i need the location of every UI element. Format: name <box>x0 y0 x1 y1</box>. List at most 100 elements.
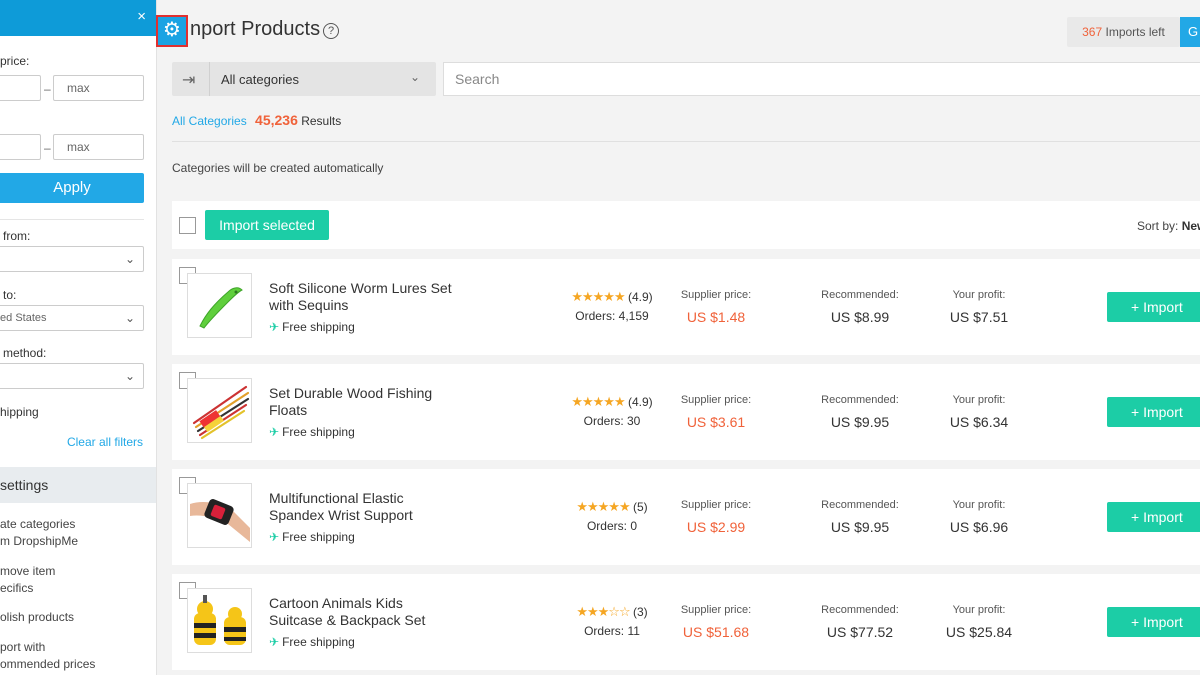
min-price-input[interactable] <box>0 75 41 101</box>
help-icon[interactable]: ? <box>323 23 339 39</box>
profit-value: US $6.96 <box>949 519 1009 535</box>
free-shipping: ✈ Free shipping <box>269 530 355 544</box>
recommended-price: US $9.95 <box>830 414 890 430</box>
setting-recommended-prices[interactable]: port with ommended prices <box>0 639 95 673</box>
import-button[interactable]: + Import <box>1107 607 1200 637</box>
product-card: Cartoon Animals Kids Suitcase & Backpack… <box>172 574 1200 670</box>
product-thumbnail[interactable] <box>187 378 252 443</box>
shipping-method-select[interactable]: ⌄ <box>0 363 144 389</box>
profit-label: Your profit: <box>952 289 1006 301</box>
supplier-price: US $2.99 <box>686 519 746 535</box>
plane-icon: ✈ <box>269 320 280 334</box>
results-count: 45,236 <box>255 112 298 128</box>
sort-by-value: New <box>1181 219 1200 233</box>
orders-label: Orders: <box>575 309 616 323</box>
title-line: Multifunctional Elastic <box>269 490 404 506</box>
clear-filters-link[interactable]: Clear all filters <box>67 435 143 449</box>
supplier-price: US $1.48 <box>686 309 746 325</box>
rating-value: (4.9) <box>627 395 653 409</box>
product-title[interactable]: Cartoon Animals Kids Suitcase & Backpack… <box>269 595 469 629</box>
setting-line: ecifics <box>0 581 34 595</box>
separator <box>209 62 210 96</box>
setting-publish-products[interactable]: olish products <box>0 609 74 626</box>
free-shipping: ✈ Free shipping <box>269 635 355 649</box>
imports-left-count: 367 <box>1082 25 1103 39</box>
imports-left-badge: 367 Imports left <box>1067 17 1180 47</box>
recommended-price: US $77.52 <box>826 624 894 640</box>
profit-label: Your profit: <box>952 394 1006 406</box>
title-line: Suitcase & Backpack Set <box>269 612 426 628</box>
plane-icon: ✈ <box>269 425 280 439</box>
chevron-down-icon: ⌄ <box>124 252 135 266</box>
product-title[interactable]: Soft Silicone Worm Lures Set with Sequin… <box>269 280 469 314</box>
import-button[interactable]: + Import <box>1107 502 1200 532</box>
all-categories-link[interactable]: All Categories <box>172 114 247 128</box>
free-shipping: ✈ Free shipping <box>269 425 355 439</box>
divider <box>172 141 1200 142</box>
setting-remove-specifics[interactable]: move item ecifics <box>0 563 55 597</box>
plane-icon: ✈ <box>269 635 280 649</box>
wrist-support-image <box>190 499 250 542</box>
import-toolbar: Import selected Sort by: New <box>172 201 1200 249</box>
recommended-label: Recommended: <box>821 289 899 301</box>
free-shipping-label: Free shipping <box>282 530 355 544</box>
setting-line: ommended prices <box>0 657 96 671</box>
chevron-down-icon: ⌄ <box>409 70 420 84</box>
category-select[interactable]: ⇥ All categories ⌄ <box>172 62 436 96</box>
filters-sidebar: × price: – max – max Apply from: ⌄ to: t… <box>0 0 157 675</box>
orders-count: 0 <box>630 519 638 533</box>
ship-from-select[interactable]: ⌄ <box>0 246 144 272</box>
min-value-input[interactable] <box>0 134 41 160</box>
max-price-input[interactable]: max <box>53 75 144 101</box>
profit-label: Your profit: <box>952 604 1006 616</box>
sort-by[interactable]: Sort by: New <box>1137 219 1200 233</box>
product-thumbnail[interactable] <box>187 483 252 548</box>
sidebar-header: × <box>0 0 156 36</box>
range-dash: – <box>44 82 51 96</box>
supplier-label: Supplier price: <box>680 394 752 406</box>
divider <box>0 219 144 220</box>
close-icon[interactable]: × <box>137 8 146 25</box>
recommended-label: Recommended: <box>821 499 899 511</box>
setting-line: ate categories <box>0 517 76 531</box>
recommended-label: Recommended: <box>821 394 899 406</box>
setting-create-categories[interactable]: ate categories m DropshipMe <box>0 516 78 550</box>
import-button[interactable]: + Import <box>1107 397 1200 427</box>
ship-to-value: ted States <box>0 312 47 324</box>
stars-icon: ★★★★★ <box>576 499 630 514</box>
stars-icon: ★★★★★ <box>571 289 625 304</box>
select-all-checkbox[interactable] <box>179 217 196 234</box>
apply-button[interactable]: Apply <box>0 173 144 203</box>
setting-line: m DropshipMe <box>0 534 79 548</box>
title-line: Set Durable Wood Fishing <box>269 385 433 401</box>
product-title[interactable]: Multifunctional Elastic Spandex Wrist Su… <box>269 490 469 524</box>
supplier-label: Supplier price: <box>680 289 752 301</box>
bee-suitcase-image <box>194 595 246 645</box>
free-shipping-filter[interactable]: hipping <box>0 405 39 419</box>
orders-label: Orders: <box>586 519 627 533</box>
worm-lure-image <box>199 287 243 329</box>
go-button[interactable]: G <box>1180 17 1200 47</box>
stars-icon: ★★★☆☆ <box>576 604 630 619</box>
product-title[interactable]: Set Durable Wood Fishing Floats <box>269 385 469 419</box>
results-label: Results <box>301 114 342 128</box>
gear-icon[interactable]: ⚙ <box>156 15 188 47</box>
title-line: with Sequins <box>269 297 349 313</box>
import-button[interactable]: + Import <box>1107 292 1200 322</box>
free-shipping-label: Free shipping <box>282 320 355 334</box>
max-value-input[interactable]: max <box>53 134 144 160</box>
sort-by-label: Sort by: <box>1137 219 1179 233</box>
title-line: Cartoon Animals Kids <box>269 595 403 611</box>
rating-value: (3) <box>632 605 648 619</box>
recommended-price: US $9.95 <box>830 519 890 535</box>
shipping-method-label: method: <box>3 346 47 360</box>
imports-left-text: Imports left <box>1105 25 1165 39</box>
orders-count: 30 <box>627 414 641 428</box>
import-selected-button[interactable]: Import selected <box>205 210 329 240</box>
ship-to-label: to: <box>3 288 17 302</box>
search-input[interactable]: Search <box>443 62 1200 96</box>
product-thumbnail[interactable] <box>187 588 252 653</box>
ship-to-select[interactable]: ted States ⌄ <box>0 305 144 331</box>
stars-icon: ★★★★★ <box>571 394 625 409</box>
product-thumbnail[interactable] <box>187 273 252 338</box>
